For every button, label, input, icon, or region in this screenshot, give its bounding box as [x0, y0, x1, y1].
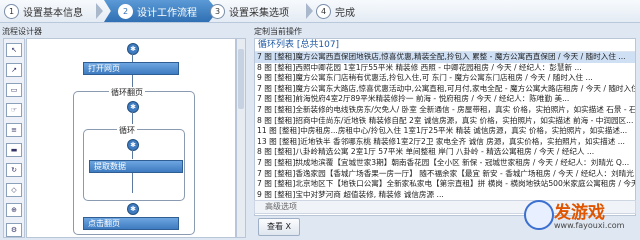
- step-number: 1: [4, 3, 19, 19]
- loop-list-item[interactable]: 8 图 [整租]招商中佳尚东/近地铁 精装修自配 2室 诚信房源，真实 价格，实…: [255, 116, 635, 127]
- step-design-workflow[interactable]: 2 设计工作流程: [104, 0, 218, 22]
- loop-list-item[interactable]: 7 图 [整租]拱成地滨覆【宜城世家3期】朝南香花园【全小区 新保 - 冠城世家…: [255, 158, 635, 169]
- step-number: 3: [210, 3, 225, 19]
- loop-list: 7 图 [整租]魔方公寓西直保团地铁店,惊喜优惠,精装全配,拎包入 累整 - 魔…: [255, 52, 635, 200]
- loop-list-item[interactable]: 13 图 [整租]近地铁半 香邻哪东桃 精装修1室2厅2卫 家电全齐 诚信 房源…: [255, 137, 635, 148]
- scrollbar-thumb[interactable]: [238, 49, 244, 109]
- loop-tool-icon[interactable]: ↻: [6, 163, 22, 177]
- loop-list-item[interactable]: 7 图 [整租]魔方公寓西直保团地铁店,惊喜优惠,精装全配,拎包入 累整 - 魔…: [255, 52, 635, 63]
- flow-arrow: [132, 54, 133, 62]
- loop-list-item[interactable]: 9 图 [整租]魔方公寓东门店稍有优惠活,拎包入住,可 东门 - 魔方公寓东门店…: [255, 73, 635, 84]
- step-label: 完成: [335, 7, 355, 19]
- open-page-tool-icon[interactable]: ▭: [6, 83, 22, 97]
- step-separator: [306, 3, 313, 19]
- flow-canvas-scrollbar[interactable]: [236, 38, 246, 238]
- loop-list-item[interactable]: 11 图 [整租]中房租房...房租中心/拎包入住 1室1厅25平米 精装 诚信…: [255, 126, 635, 137]
- condition-tool-icon[interactable]: ◇: [6, 183, 22, 197]
- loop-page-gear-icon: ✱: [127, 101, 139, 113]
- click-tool-icon[interactable]: ☞: [6, 103, 22, 117]
- current-operation-title: 定制当前操作: [254, 27, 302, 36]
- extract-data-node[interactable]: 提取数据: [89, 160, 183, 173]
- loop-list-panel: 循环列表 [总共107] 7 图 [整租]魔方公寓西直保团地铁店,惊喜优惠,精装…: [254, 38, 636, 216]
- pointer-tool-icon[interactable]: ↖: [6, 43, 22, 57]
- step-number: 2: [118, 3, 133, 19]
- extract-tool-icon[interactable]: ≡: [6, 123, 22, 137]
- watermark-brand: 发游戏: [554, 203, 605, 223]
- settings-tool-icon[interactable]: ⚙: [6, 223, 22, 237]
- watermark-logo-icon: [524, 200, 554, 230]
- step-finish[interactable]: 4 完成: [316, 0, 376, 22]
- move-tool-icon[interactable]: ↗: [6, 63, 22, 77]
- loop-list-item[interactable]: 7 图 [整租]全新装修的电线铁房东/欠免人/ 卧室 全新通信 - 房屋带租，真…: [255, 105, 635, 116]
- tool-strip: ↖ ↗ ▭ ☞ ≡ ▬ ↻ ◇ ⊕ ⚙: [3, 38, 25, 238]
- step-collection-options[interactable]: 3 设置采集选项: [210, 0, 310, 22]
- hover-tool-icon[interactable]: ⊕: [6, 203, 22, 217]
- step-number: 4: [316, 3, 331, 19]
- flow-arrow: [132, 112, 133, 124]
- step-separator: [96, 3, 103, 19]
- input-tool-icon[interactable]: ▬: [6, 143, 22, 157]
- loop-list-header: 循环列表 [总共107]: [255, 39, 635, 52]
- wizard-steps: 1 设置基本信息 2 设计工作流程 3 设置采集选项 4 完成: [0, 0, 640, 23]
- view-button[interactable]: 查看 X: [258, 218, 301, 236]
- start-gear-icon: ✱: [127, 43, 139, 55]
- flow-designer-title: 流程设计器: [2, 27, 42, 36]
- loop-list-item[interactable]: 7 图 [整租]前海悦府4室2厅89平米精装修拎一 前海 - 悦府租房 / 今天…: [255, 94, 635, 105]
- step-basic-info[interactable]: 1 设置基本信息: [4, 0, 100, 22]
- step-label: 设置基本信息: [23, 7, 83, 19]
- loop-list-item[interactable]: 8 图 [整租]西照中卿花园 1室1厅55平米 精装修 西照 - 中卿花园租房 …: [255, 63, 635, 74]
- flow-arrow: [132, 150, 133, 159]
- flow-arrow: [132, 173, 133, 193]
- loop-label: 循环: [117, 125, 137, 136]
- watermark-url: www.fayouxi.com: [554, 221, 625, 230]
- advanced-options-label: 高级选项: [265, 202, 297, 211]
- loop-list-item[interactable]: 8 图 [整租]八卦岭精选公寓 2室1厅 57平米 单间整租 岸门 八卦岭 - …: [255, 147, 635, 158]
- step-label: 设计工作流程: [137, 7, 197, 19]
- flow-canvas[interactable]: ✱ 打开网页 循环翻页 ✱ 循环 ✱ 提取数据 ✱ 点击翻页: [26, 38, 236, 238]
- loop-list-item[interactable]: 7 图 [整租]魔方公寓东大路店,惊喜优惠活动中,公寓直租,可月付,家电全配 -…: [255, 84, 635, 95]
- site-watermark: 发游戏 www.fayouxi.com: [520, 196, 638, 236]
- loop-gear-icon: ✱: [127, 139, 139, 151]
- click-next-page-node[interactable]: 点击翻页: [83, 217, 179, 230]
- loop-list-item[interactable]: 7 图 [整租]北京地区下【地铁口公寓】全新家私家电【第宗直租】拼 横岗 - 横…: [255, 179, 635, 190]
- flow-arrow: [132, 75, 133, 87]
- loop-page-label: 循环翻页: [109, 87, 145, 98]
- loop-end-gear-icon: ✱: [127, 203, 139, 215]
- step-label: 设置采集选项: [229, 7, 289, 19]
- loop-list-item[interactable]: 7 图 [整租]香逸家园【香城广场香果一房一厅】 随不福余家【最宜 新安 - 香…: [255, 169, 635, 180]
- open-page-node[interactable]: 打开网页: [83, 62, 179, 75]
